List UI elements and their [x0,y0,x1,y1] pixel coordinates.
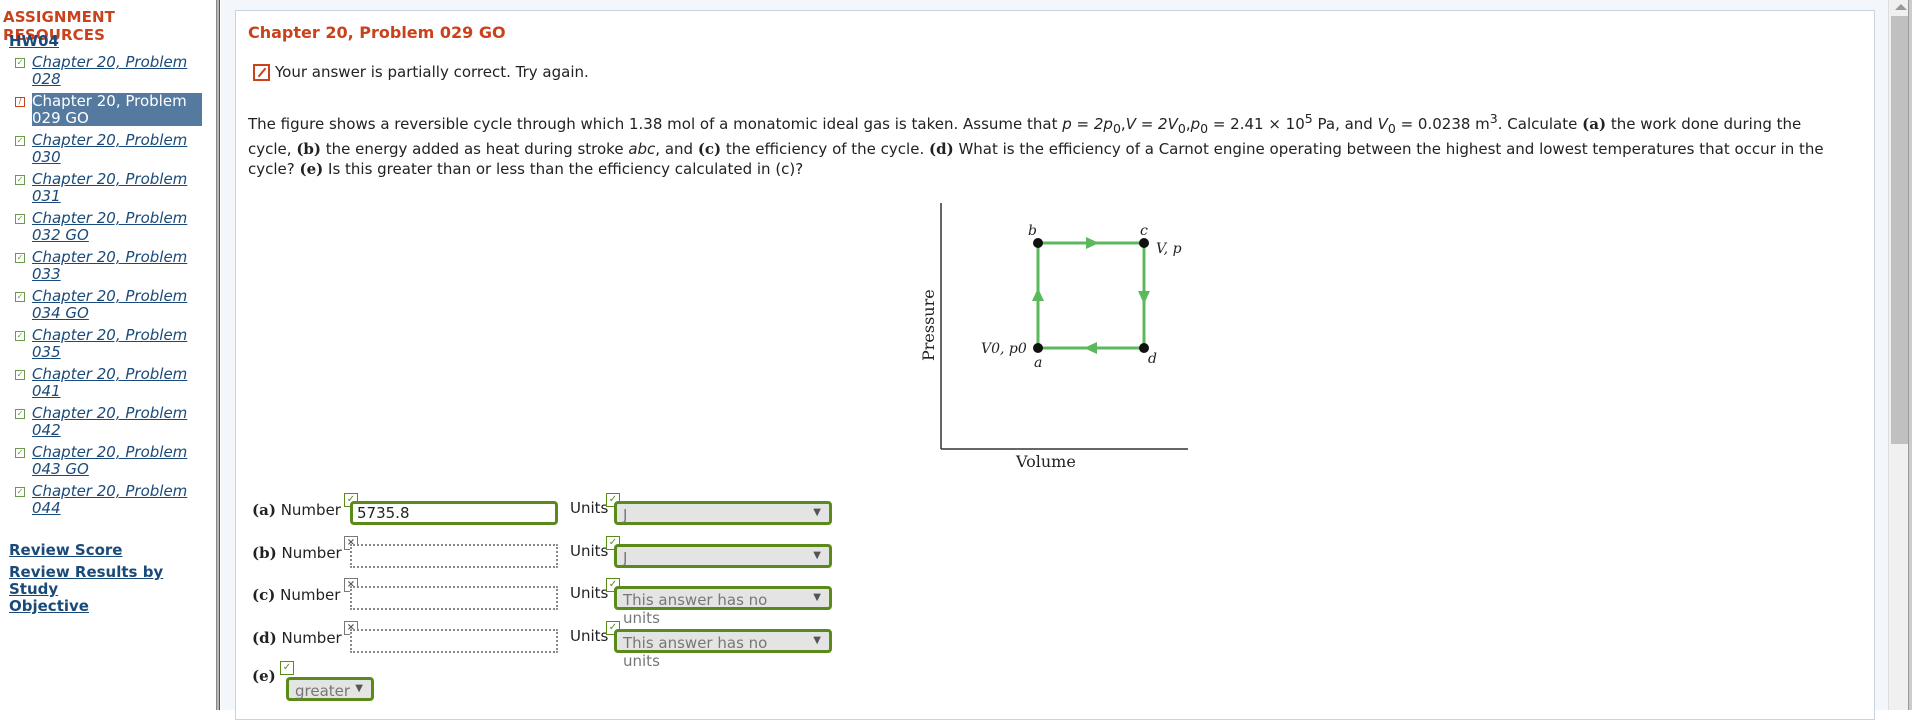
window-edge [1908,0,1912,710]
partial-pencil-icon: / [15,97,25,107]
correct-check-icon: ✓ [15,487,25,497]
partial-pencil-icon [253,63,270,81]
problem-item-current: / Chapter 20, Problem 029 GO [14,93,214,132]
question-title: Chapter 20, Problem 029 GO [248,23,506,42]
units-select-c[interactable]: This answer has no units ▼ [614,586,832,627]
problem-link[interactable]: Chapter 20, Problem 028 [32,54,202,87]
correct-check-icon: ✓ [15,370,25,380]
feedback-text: Your answer is partially correct. Try ag… [275,63,589,81]
review-score-link[interactable]: Review Score [9,542,122,559]
dropdown-arrow-icon: ▼ [355,683,363,694]
units-select-a[interactable]: J ▼ [614,501,832,525]
comparison-select-e[interactable]: greater ▼ [286,677,374,701]
correct-check-icon: ✓ [15,175,25,185]
sidebar-resize-divider[interactable] [216,0,220,710]
sidebar: ASSIGNMENT RESOURCES HW04 ✓ Chapter 20, P… [0,0,216,710]
point-b [1033,238,1043,248]
problem-item: ✓ Chapter 20, Problem 041 [14,366,214,405]
problem-item: ✓ Chapter 20, Problem 030 [14,132,214,171]
assignment-link-hw04[interactable]: HW04 [9,32,59,50]
number-input-a[interactable] [350,501,558,525]
units-label: Units [570,584,609,602]
problem-link[interactable]: Chapter 20, Problem 041 [32,366,202,399]
problem-item: ✓ Chapter 20, Problem 034 GO [14,288,214,327]
units-label: Units [570,499,609,517]
y-axis-label: Pressure [919,289,938,361]
arrow-right [1086,237,1099,249]
problem-item: ✓ Chapter 20, Problem 033 [14,249,214,288]
problem-link[interactable]: Chapter 20, Problem 030 [32,132,202,165]
x-axis-label: Volume [1015,452,1076,471]
dropdown-arrow-icon: ▼ [813,507,821,518]
arrow-left [1084,342,1097,354]
label-a: a [1034,355,1042,371]
feedback-message: Your answer is partially correct. Try ag… [253,63,589,81]
problem-item: ✓ Chapter 20, Problem 043 GO [14,444,214,483]
correct-check-icon: ✓ [15,58,25,68]
label-vp: V, p [1156,241,1182,257]
main-content: Chapter 20, Problem 029 GO Your answer i… [221,0,1888,720]
scrollbar-thumb[interactable] [1891,16,1908,444]
problem-item: ✓ Chapter 20, Problem 028 [14,54,214,93]
dropdown-arrow-icon: ▼ [813,550,821,561]
units-label: Units [570,627,609,645]
number-input-c[interactable] [350,586,558,610]
label-v0p0: V0, p0 [981,341,1027,357]
problem-link-current[interactable]: Chapter 20, Problem 029 GO [32,93,202,126]
pv-cycle-figure: Pressure Volume b c a d V, p V0, p0 [919,203,1188,471]
dropdown-arrow-icon: ▼ [813,592,821,603]
problem-link[interactable]: Chapter 20, Problem 042 [32,405,202,438]
problem-link[interactable]: Chapter 20, Problem 044 [32,483,202,516]
correct-check-icon: ✓ [15,448,25,458]
correct-check-icon: ✓ [280,661,294,675]
problem-list: ✓ Chapter 20, Problem 028 / Chapter 20, Pro… [14,54,214,522]
units-label: Units [570,542,609,560]
problem-item: ✓ Chapter 20, Problem 032 GO [14,210,214,249]
problem-link[interactable]: Chapter 20, Problem 035 [32,327,202,360]
correct-check-icon: ✓ [15,253,25,263]
problem-link[interactable]: Chapter 20, Problem 043 GO [32,444,202,477]
problem-link[interactable]: Chapter 20, Problem 032 GO [32,210,202,243]
scroll-up-arrow-icon[interactable] [1895,4,1907,10]
problem-item: ✓ Chapter 20, Problem 031 [14,171,214,210]
problem-link[interactable]: Chapter 20, Problem 031 [32,171,202,204]
units-select-b[interactable]: J ▼ [614,544,832,568]
point-a [1033,343,1043,353]
question-text: The figure shows a reversible cycle thro… [248,111,1824,178]
question-panel: Chapter 20, Problem 029 GO Your answer i… [235,10,1875,720]
correct-check-icon: ✓ [15,136,25,146]
correct-check-icon: ✓ [15,409,25,419]
arrow-down [1138,291,1150,304]
problem-item: ✓ Chapter 20, Problem 044 [14,483,214,522]
problem-link[interactable]: Chapter 20, Problem 033 [32,249,202,282]
number-input-b[interactable] [350,544,558,568]
point-c [1139,238,1149,248]
number-input-d[interactable] [350,629,558,653]
correct-check-icon: ✓ [15,292,25,302]
problem-item: ✓ Chapter 20, Problem 035 [14,327,214,366]
arrow-up [1032,288,1044,301]
correct-check-icon: ✓ [15,331,25,341]
label-b: b [1028,223,1037,239]
review-results-link[interactable]: Review Results by Study Objective [9,564,216,615]
label-c: c [1140,223,1148,239]
correct-check-icon: ✓ [15,214,25,224]
label-d: d [1148,351,1157,367]
problem-item: ✓ Chapter 20, Problem 042 [14,405,214,444]
problem-link[interactable]: Chapter 20, Problem 034 GO [32,288,202,321]
dropdown-arrow-icon: ▼ [813,635,821,646]
units-select-d[interactable]: This answer has no units ▼ [614,629,832,670]
